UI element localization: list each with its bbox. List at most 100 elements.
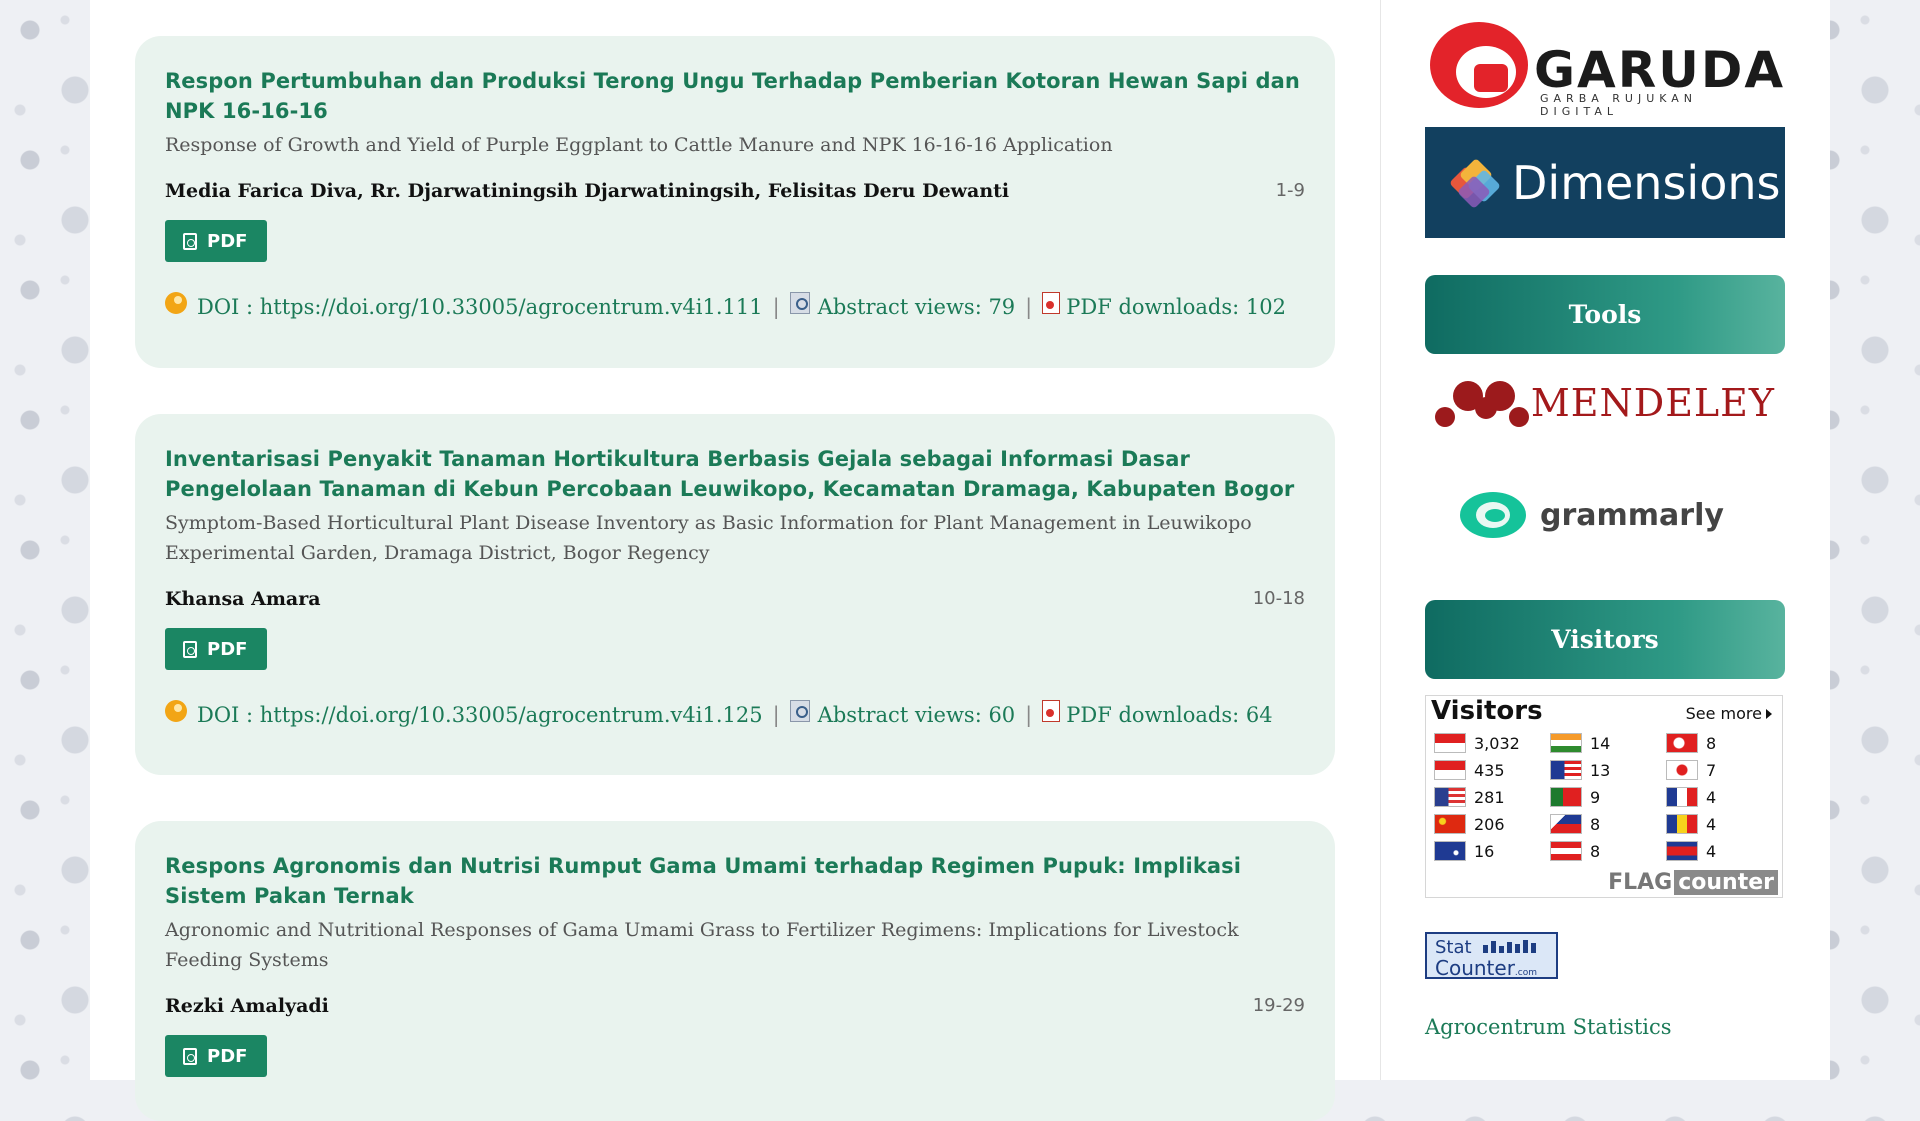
abstract-views-icon (789, 700, 810, 722)
flag-philippines-icon (1550, 814, 1582, 834)
flag-austria-icon (1550, 841, 1582, 861)
article-title-link[interactable]: Respons Agronomis dan Nutrisi Rumput Gam… (165, 851, 1305, 911)
visitor-count: 435 (1474, 760, 1505, 780)
pdf-download-icon (1042, 700, 1061, 722)
pdf-downloads: PDF downloads: 64 (1066, 703, 1273, 727)
visitors-heading: Visitors (1425, 600, 1785, 679)
see-more-link[interactable]: See more (1686, 704, 1772, 723)
article-authors: Media Farica Diva, Rr. Djarwatiningsih D… (165, 180, 1010, 202)
visitor-entry: 206 (1434, 814, 1505, 834)
article-subtitle: Agronomic and Nutritional Responses of G… (165, 919, 1239, 971)
article-subtitle: Symptom-Based Horticultural Plant Diseas… (165, 512, 1252, 564)
article-pages: 1-9 (1275, 180, 1305, 201)
doi-icon (165, 292, 187, 314)
abstract-views-icon (789, 292, 810, 314)
article-card: Respon Pertumbuhan dan Produksi Terong U… (135, 36, 1335, 368)
article-meta: Media Farica Diva, Rr. Djarwatiningsih D… (165, 176, 1305, 206)
pdf-icon (183, 640, 197, 658)
statcounter-counter-text: Counter (1435, 956, 1515, 980)
visitor-entry: 4 (1666, 787, 1716, 807)
visitor-entry: 16 (1434, 841, 1494, 861)
statcounter-com-text: .com (1514, 968, 1538, 978)
flag-united-states-icon (1434, 787, 1466, 807)
pdf-button-label: PDF (207, 1045, 248, 1067)
article-pages: 19-29 (1252, 995, 1305, 1016)
article-subtitle: Response of Growth and Yield of Purple E… (165, 134, 1113, 156)
flag-india-icon (1550, 733, 1582, 753)
statcounter-bars-icon (1483, 940, 1536, 953)
visitor-count: 16 (1474, 841, 1495, 861)
visitor-count: 281 (1474, 787, 1505, 807)
article-meta: Rezki Amalyadi 19-29 (165, 991, 1305, 1021)
pdf-icon (183, 1047, 197, 1065)
visitor-entry: 4 (1666, 841, 1716, 861)
pdf-button-label: PDF (207, 638, 248, 660)
flag-malaysia-icon (1550, 760, 1582, 780)
mendeley-logo-text: MENDELEY (1530, 380, 1775, 425)
visitor-count: 8 (1590, 841, 1601, 861)
visitor-entry: 4 (1666, 814, 1716, 834)
separator: | (772, 295, 780, 319)
flag-counter-title: Visitors (1431, 696, 1543, 726)
visitor-count: 14 (1590, 733, 1611, 753)
flag-counter-widget[interactable]: Visitors See more 3,032 14 8 435 13 7 28… (1425, 695, 1783, 898)
grammarly-icon (1460, 492, 1526, 538)
article-card: Inventarisasi Penyakit Tanaman Hortikult… (135, 414, 1335, 775)
visitor-entry: 8 (1550, 841, 1600, 861)
flag-japan-icon (1666, 760, 1698, 780)
pdf-downloads: PDF downloads: 102 (1066, 295, 1286, 319)
statcounter-top-text: Stat (1435, 937, 1472, 958)
dimensions-logo-link[interactable]: Dimensions (1425, 127, 1785, 238)
pdf-button-label: PDF (207, 230, 248, 252)
separator: | (1025, 703, 1033, 727)
article-stats: DOI : https://doi.org/10.33005/agrocentr… (165, 292, 1305, 322)
column-divider (1380, 0, 1381, 1080)
flag-indonesia-icon (1434, 733, 1466, 753)
visitor-entry: 7 (1666, 760, 1716, 780)
abstract-views: Abstract views: 79 (817, 295, 1016, 319)
pdf-button[interactable]: PDF (165, 1035, 268, 1077)
visitor-entry: 8 (1550, 814, 1600, 834)
visitor-entry: 9 (1550, 787, 1600, 807)
visitor-count: 9 (1590, 787, 1601, 807)
pdf-button[interactable]: PDF (165, 628, 268, 670)
doi-icon (165, 700, 187, 722)
flag-counter-footer-flag: FLAG (1608, 869, 1673, 895)
statcounter-badge-link[interactable]: Stat Counter.com (1425, 932, 1558, 980)
doi-link[interactable]: DOI : https://doi.org/10.33005/agrocentr… (197, 700, 763, 730)
garuda-logo-link[interactable]: GARUDA GARBA RUJUKAN DIGITAL (1430, 22, 1783, 118)
flag-china-icon (1434, 814, 1466, 834)
flag-turkey-icon (1666, 733, 1698, 753)
separator: | (1025, 295, 1033, 319)
pdf-icon (183, 232, 197, 250)
flag-counter-footer-counter: counter (1674, 869, 1778, 895)
article-list: Respon Pertumbuhan dan Produksi Terong U… (135, 0, 1335, 1121)
visitor-count: 3,032 (1474, 733, 1520, 753)
separator: | (772, 703, 780, 727)
visitor-entry: 14 (1550, 733, 1610, 753)
mendeley-logo-link[interactable]: MENDELEY (1435, 375, 1775, 430)
article-title-link[interactable]: Respon Pertumbuhan dan Produksi Terong U… (165, 66, 1305, 126)
visitor-count: 8 (1590, 814, 1601, 834)
pdf-download-icon (1042, 292, 1061, 314)
visitor-entry: 3,032 (1434, 733, 1520, 753)
article-title-link[interactable]: Inventarisasi Penyakit Tanaman Hortikult… (165, 444, 1305, 504)
pdf-button[interactable]: PDF (165, 220, 268, 262)
flag-portugal-icon (1550, 787, 1582, 807)
article-pages: 10-18 (1252, 588, 1305, 609)
grammarly-logo-text: grammarly (1540, 497, 1724, 533)
garuda-bird-icon (1430, 22, 1528, 108)
visitor-entry: 8 (1666, 733, 1716, 753)
flag-singapore-icon (1434, 760, 1466, 780)
flag-counter-footer-link[interactable]: FLAG counter (1588, 869, 1778, 895)
visitor-entry: 281 (1434, 787, 1505, 807)
doi-link[interactable]: DOI : https://doi.org/10.33005/agrocentr… (197, 292, 763, 322)
agrocentrum-statistics-link[interactable]: Agrocentrum Statistics (1425, 1015, 1672, 1039)
dimensions-icon (1449, 157, 1501, 209)
grammarly-logo-link[interactable]: grammarly (1460, 490, 1760, 540)
garuda-logo-subtext: GARBA RUJUKAN DIGITAL (1540, 92, 1698, 118)
visitor-entry: 435 (1434, 760, 1505, 780)
flag-counter-grid: 3,032 14 8 435 13 7 281 9 4 206 8 4 16 8… (1434, 731, 1774, 866)
visitor-count: 8 (1706, 733, 1717, 753)
article-authors: Rezki Amalyadi (165, 995, 329, 1017)
